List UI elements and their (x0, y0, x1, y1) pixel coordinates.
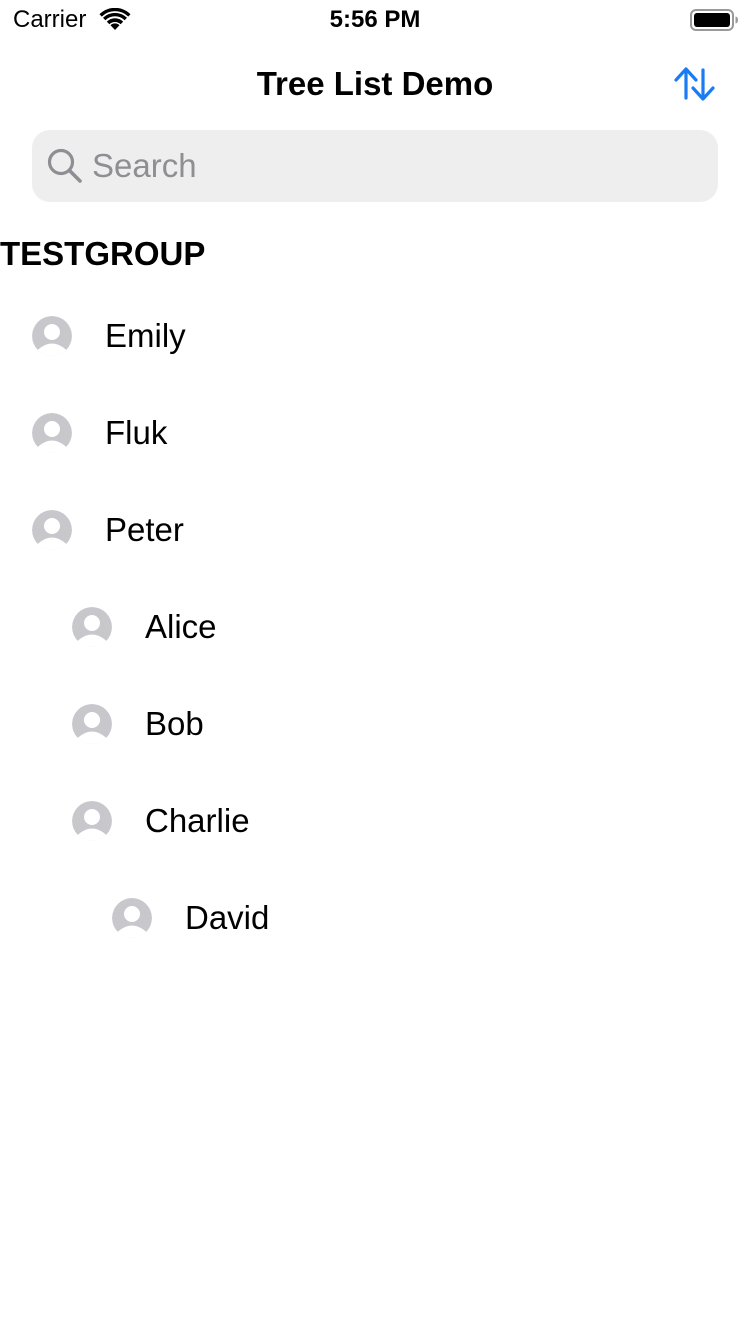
tree-row[interactable]: David (0, 870, 750, 967)
status-bar: Carrier 5:56 PM (0, 0, 750, 40)
tree-row-label: Fluk (105, 414, 168, 451)
person-avatar-icon (72, 607, 112, 647)
tree-list: Emily Fluk Peter Alice Bob Charlie David (0, 288, 750, 967)
tree-row-label: Bob (145, 705, 204, 742)
tree-row-label: David (185, 899, 270, 936)
tree-row[interactable]: Emily (0, 288, 750, 385)
sort-arrows-icon (674, 67, 715, 101)
person-avatar-icon (32, 413, 72, 453)
battery-icon (690, 8, 740, 32)
search-icon (46, 147, 84, 185)
page-title: Tree List Demo (256, 65, 494, 102)
tree-row-label: Charlie (145, 802, 250, 839)
tree-row[interactable]: Alice (0, 579, 750, 676)
search-bar[interactable] (32, 130, 718, 202)
person-avatar-icon (32, 510, 72, 550)
person-avatar-icon (72, 704, 112, 744)
person-avatar-icon (32, 316, 72, 356)
clock-time: 5:56 PM (329, 6, 421, 33)
tree-row-label: Emily (105, 317, 186, 354)
person-avatar-icon (112, 898, 152, 938)
tree-row[interactable]: Bob (0, 676, 750, 773)
tree-row[interactable]: Charlie (0, 773, 750, 870)
tree-row[interactable]: Peter (0, 482, 750, 579)
tree-row-label: Alice (145, 608, 217, 645)
person-avatar-icon (72, 801, 112, 841)
search-input[interactable] (92, 130, 702, 202)
tree-row[interactable]: Fluk (0, 385, 750, 482)
section-header: TESTGROUP (0, 235, 206, 272)
tree-row-label: Peter (105, 511, 184, 548)
sort-button[interactable] (670, 62, 718, 106)
